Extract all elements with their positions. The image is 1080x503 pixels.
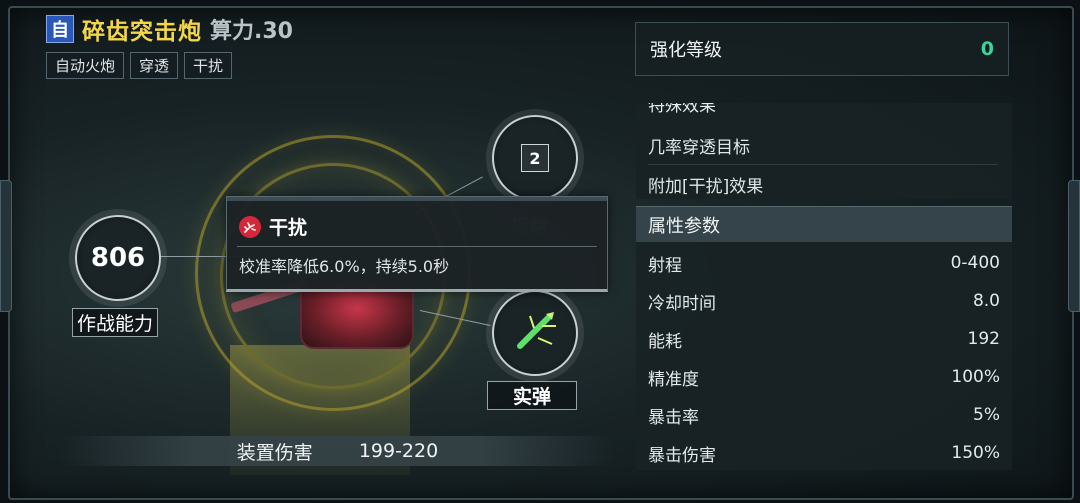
upgrade-level-value: 0 — [980, 38, 994, 60]
property-label: 冷却时间 — [648, 293, 716, 314]
property-label: 暴击伤害 — [648, 445, 716, 466]
weapon-title-row: 自 碎齿突击炮 算力.30 — [46, 12, 293, 46]
spec-circle[interactable]: 2 — [492, 115, 578, 201]
right-side-tab[interactable] — [1068, 180, 1080, 312]
power-rating: 算力.30 — [210, 19, 293, 44]
upgrade-level-box[interactable]: 强化等级 0 — [635, 22, 1009, 76]
property-value: 150% — [951, 443, 1000, 463]
property-value: 5% — [973, 405, 1000, 425]
properties-header: 属性参数 — [636, 206, 1012, 242]
tag-interference: 干扰 — [184, 52, 233, 79]
tag-auto-cannon: 自动火炮 — [46, 52, 125, 79]
interference-icon — [239, 215, 261, 238]
effect-tooltip: 干扰 校准率降低6.0%，持续5.0秒 — [226, 196, 608, 292]
property-value: 100% — [951, 367, 1000, 387]
tag-penetrate: 穿透 — [130, 52, 179, 79]
property-label: 精准度 — [648, 369, 699, 390]
special-effects-header: 特殊效果 — [648, 103, 716, 116]
ammo-type-circle[interactable] — [492, 290, 578, 376]
property-value: 8.0 — [972, 291, 1000, 311]
effect-item: 附加[干扰]效果 — [648, 177, 764, 197]
spec-value: 2 — [521, 144, 549, 172]
properties-list: 射程 0-400 冷却时间 8.0 能耗 192 精准度 100% 暴击率 5%… — [636, 242, 1012, 470]
tooltip-header: 干扰 — [227, 201, 607, 244]
property-row-accuracy: 精准度 100% — [648, 358, 1000, 396]
property-row-energy: 能耗 192 — [648, 320, 1000, 358]
auto-badge: 自 — [46, 15, 74, 43]
property-value: 0-400 — [950, 253, 1000, 273]
device-damage-bar: 装置伤害 199-220 — [60, 436, 615, 466]
property-label: 射程 — [648, 255, 682, 276]
property-value: 192 — [967, 329, 1000, 349]
weapon-tags: 自动火炮 穿透 干扰 — [46, 52, 233, 79]
effect-item: 几率穿透目标 — [648, 133, 998, 165]
bullet-icon — [512, 308, 558, 358]
property-row-crit-damage: 暴击伤害 150% — [648, 434, 1000, 472]
weapon-name: 碎齿突击炮 — [82, 19, 202, 45]
combat-power-circle: 806 — [75, 215, 161, 301]
upgrade-level-label: 强化等级 — [650, 40, 722, 61]
special-effects-section[interactable]: 特殊效果 几率穿透目标 附加[干扰]效果 — [636, 103, 1012, 199]
tooltip-description: 校准率降低6.0%，持续5.0秒 — [239, 257, 450, 276]
combat-power-value: 806 — [90, 243, 146, 273]
ammo-type-label: 实弹 — [487, 381, 577, 410]
property-label: 能耗 — [648, 331, 682, 352]
property-row-crit-rate: 暴击率 5% — [648, 396, 1000, 434]
combat-power-label: 作战能力 — [72, 308, 159, 337]
device-damage-label: 装置伤害 — [236, 441, 313, 464]
property-row-range: 射程 0-400 — [648, 244, 1000, 282]
device-damage-value: 199-220 — [358, 440, 439, 462]
tooltip-title: 干扰 — [269, 217, 308, 239]
property-label: 暴击率 — [648, 407, 699, 428]
property-row-cooldown: 冷却时间 8.0 — [648, 282, 1000, 320]
left-side-tab[interactable] — [0, 180, 12, 312]
